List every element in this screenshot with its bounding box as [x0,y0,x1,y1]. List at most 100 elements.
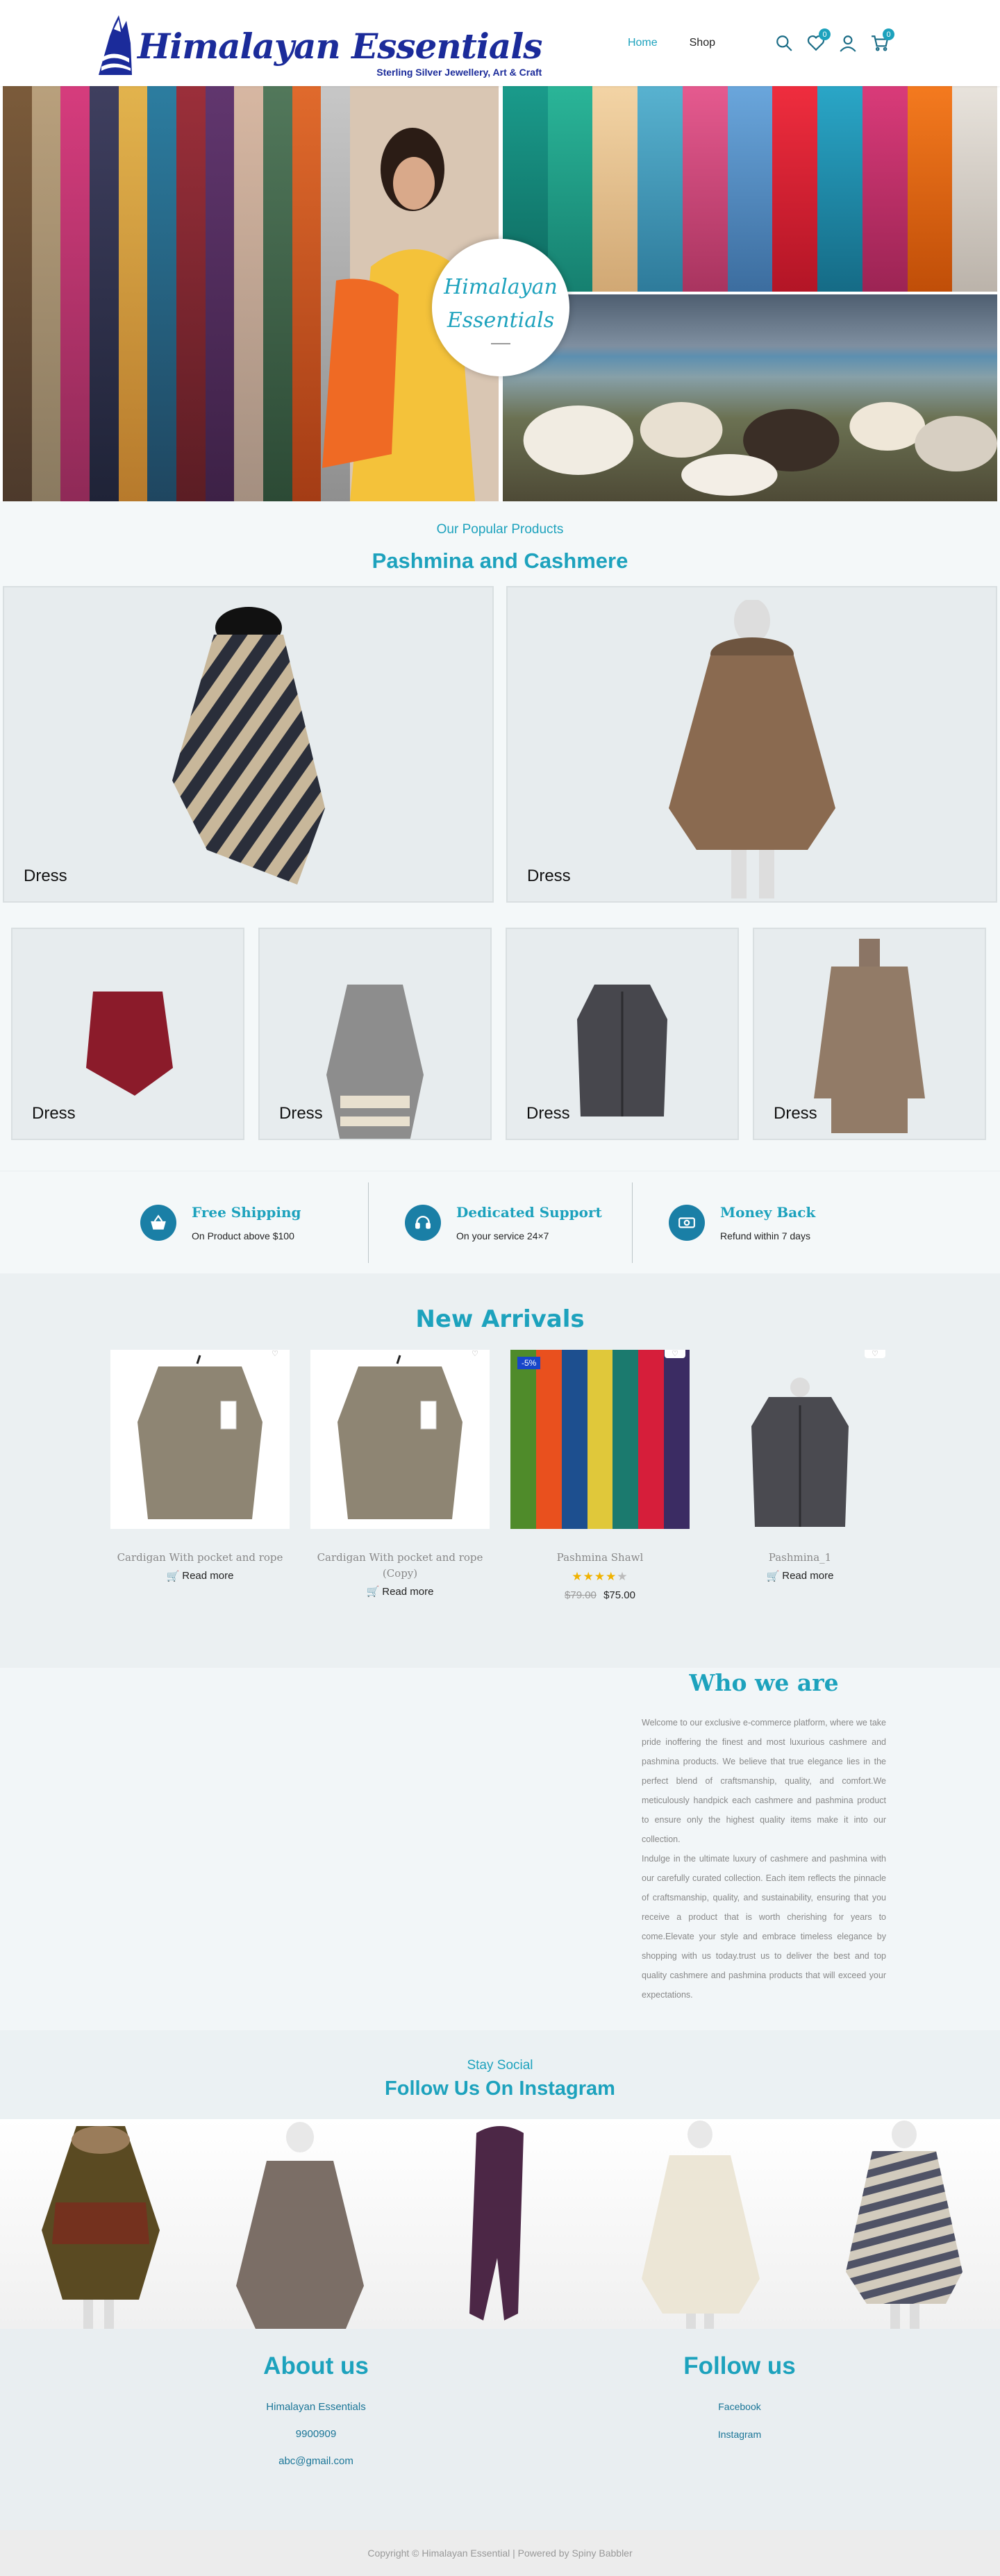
arrival-image[interactable]: ♡ [710,1350,890,1529]
hero-circle-divider [491,343,510,344]
dark-cardigan-image [751,1378,849,1527]
who-paragraph: Welcome to our exclusive e-commerce plat… [642,1717,886,1844]
product-card[interactable]: Dress [753,928,986,1140]
cardigan-image [138,1355,262,1519]
arrival-product: ♡ Cardigan With pocket and rope (Copy) 🛒… [310,1350,490,1601]
feature-desc: Refund within 7 days [720,1230,810,1241]
feature-title: Free Shipping [192,1203,301,1221]
logo-subtitle: Sterling Silver Jewellery, Art & Craft [376,67,542,78]
red-poncho-image [86,992,173,1096]
instagram-title: Follow Us On Instagram [385,2077,615,2100]
arrival-image[interactable]: ♡ [310,1350,490,1529]
popular-title: Pashmina and Cashmere [372,549,628,573]
cart-count-badge: 0 [883,28,894,40]
hero-circle-line2: Essentials [447,308,555,333]
who-paragraph: Indulge in the ultimate luxury of cashme… [642,1853,886,2000]
who-we-are-section: Who we are Welcome to our exclusive e-co… [0,1667,1000,2030]
footer-follow-title: Follow us [683,2352,796,2380]
heart-icon[interactable]: ♡ [865,1350,885,1358]
headset-icon [405,1204,441,1241]
instagram-post[interactable] [800,2118,1000,2329]
grey-cardigan-image [326,985,424,1139]
footer-instagram-link[interactable]: Instagram [528,2429,951,2440]
wishlist-icon[interactable]: 0 [807,28,831,52]
cardigan-image [338,1355,462,1519]
arrival-name[interactable]: Cardigan With pocket and rope [110,1550,290,1566]
feature-free-shipping: Free Shipping On Product above $100 [104,1182,368,1263]
product-card-label: Dress [774,1104,817,1123]
arrival-name[interactable]: Pashmina_1 [710,1550,890,1566]
product-card-label: Dress [24,867,67,885]
hero-brand-circle: Himalayan Essentials [432,239,569,376]
feature-money-back: Money Back Refund within 7 days [632,1182,896,1263]
cart-icon: 🛒 [766,1570,780,1582]
product-card[interactable]: Dress [3,586,494,903]
product-card-label: Dress [526,1104,570,1123]
current-price: $75.00 [603,1589,635,1601]
read-more-label: Read more [382,1585,434,1598]
arrival-product: -5% ♡ Pashmina Shawl ★★★★★ $79.00 $75.00 [510,1350,690,1601]
wishlist-count-badge: 0 [819,28,831,40]
read-more-button[interactable]: 🛒 Read more [367,1585,434,1598]
logo-title: Himalayan Essentials [138,26,542,67]
product-card[interactable]: Dress [258,928,492,1140]
instagram-gallery [0,2118,1000,2329]
arrival-image[interactable]: -5% ♡ [510,1350,690,1529]
footer-about: About us Himalayan Essentials 9900909 ab… [0,2352,528,2530]
instagram-post[interactable] [600,2118,800,2329]
product-card-label: Dress [527,867,571,885]
mountain-logo-icon [99,15,132,75]
footer-phone[interactable]: 9900909 [104,2428,528,2440]
product-card[interactable]: Dress [506,586,997,903]
search-icon[interactable] [775,34,793,52]
site-header: Himalayan Essentials Sterling Silver Jew… [0,0,1000,86]
footer-follow: Follow us Facebook Instagram [528,2352,1000,2530]
product-card[interactable]: Dress [11,928,244,1140]
arrival-product: ♡ Cardigan With pocket and rope 🛒 Read m… [110,1350,290,1601]
instagram-section: Stay Social Follow Us On Instagram [0,2030,1000,2329]
footer-facebook-link[interactable]: Facebook [528,2401,951,2412]
product-card[interactable]: Dress [506,928,739,1140]
old-price: $79.00 [565,1589,597,1601]
cash-icon [669,1204,705,1241]
instagram-post[interactable] [0,2118,200,2329]
striped-grey-poncho-image [846,2120,962,2329]
instagram-post[interactable] [400,2118,600,2329]
cream-poncho-image [642,2120,760,2329]
feature-dedicated-support: Dedicated Support On your service 24×7 [368,1182,632,1263]
patterned-poncho-image [42,2125,160,2329]
new-arrivals-section: New Arrivals ♡ Cardigan With pocket and … [0,1273,1000,1668]
hero-image-shawls [503,86,997,292]
arrival-name[interactable]: Pashmina Shawl [510,1550,690,1566]
arrival-name[interactable]: Cardigan With pocket and rope (Copy) [310,1550,490,1581]
cart-icon[interactable]: 0 [871,28,894,52]
feature-title: Money Back [720,1203,816,1221]
price: $79.00 $75.00 [510,1589,690,1601]
popular-products-section: Our Popular Products Pashmina and Cashme… [0,501,1000,1171]
instagram-post[interactable] [200,2118,400,2329]
cart-icon: 🛒 [166,1570,180,1582]
dark-cardigan-image [577,985,667,1116]
feature-desc: On your service 24×7 [456,1230,549,1241]
rating-stars: ★★★★★ [572,1569,628,1583]
product-card-label: Dress [279,1104,323,1123]
feature-desc: On Product above $100 [192,1230,294,1241]
arrival-image[interactable]: ♡ [110,1350,290,1529]
heart-icon[interactable]: ♡ [665,1350,685,1358]
footer-about-title: About us [263,2352,369,2380]
popular-subtitle: Our Popular Products [436,522,564,537]
read-more-label: Read more [182,1570,234,1582]
hero-image-scarves-model [3,86,499,501]
nav-shop[interactable]: Shop [690,37,715,49]
copyright-bar: Copyright © Himalayan Essential | Powere… [0,2529,1000,2576]
hero-image-goats [503,294,997,501]
read-more-button[interactable]: 🛒 Read more [167,1570,234,1582]
brown-poncho-image [668,600,835,898]
copyright-text: Copyright © Himalayan Essential | Powere… [367,2547,633,2559]
hero-circle-line1: Himalayan [444,275,558,299]
footer-email[interactable]: abc@gmail.com [104,2455,528,2467]
nav-home[interactable]: Home [628,37,658,49]
site-logo[interactable]: Himalayan Essentials Sterling Silver Jew… [96,8,542,78]
user-icon[interactable] [839,34,857,52]
read-more-button[interactable]: 🛒 Read more [767,1570,834,1582]
